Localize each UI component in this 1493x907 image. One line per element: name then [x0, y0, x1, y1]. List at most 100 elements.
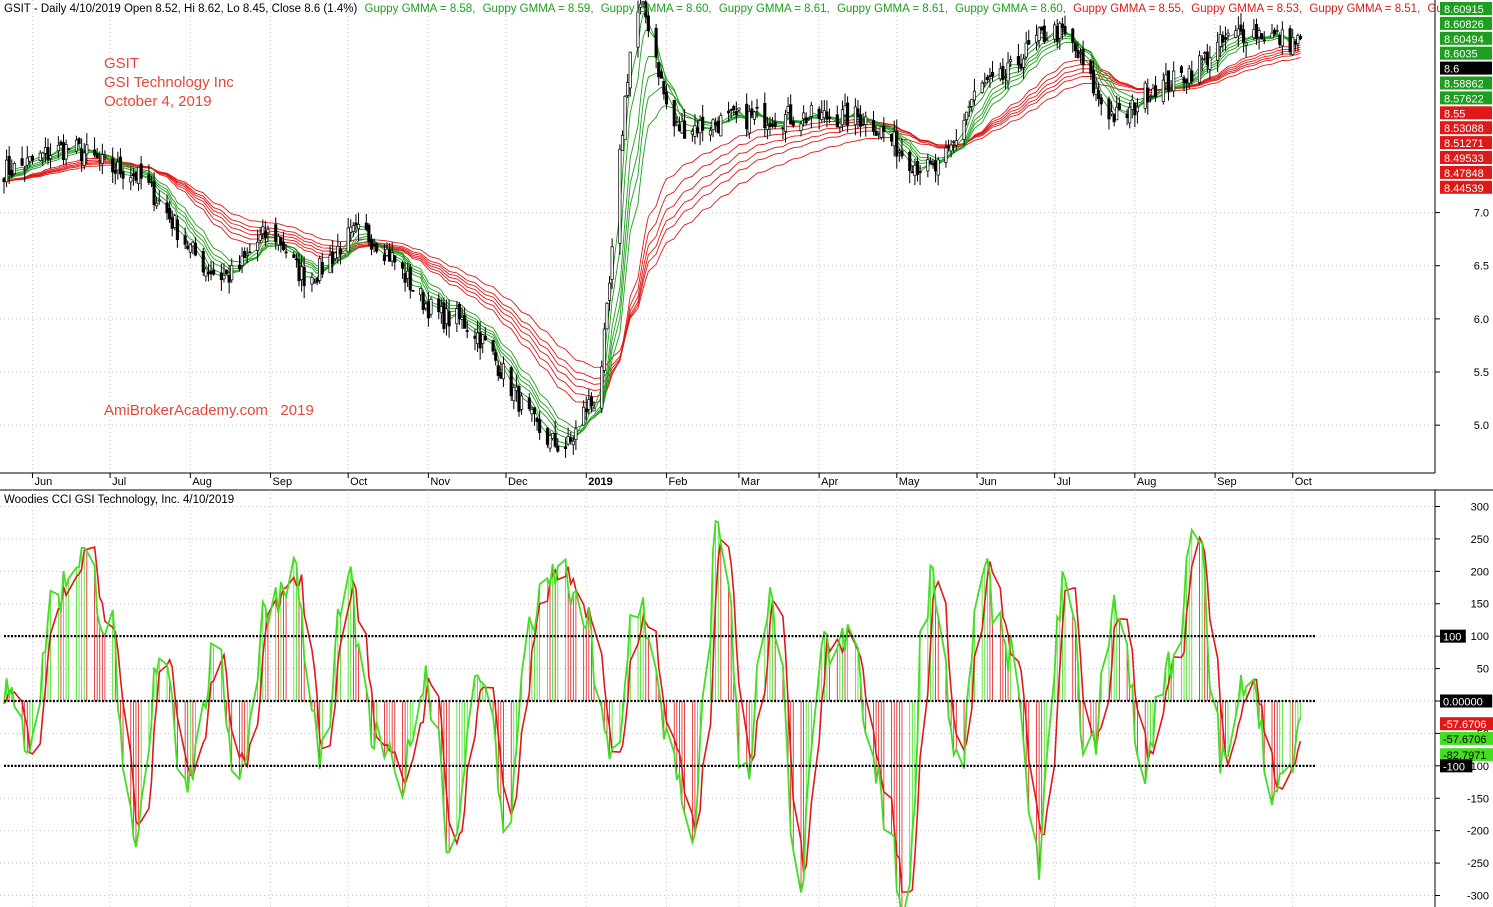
candle-body: [1024, 42, 1028, 58]
candle-body: [538, 419, 542, 434]
candle-body: [605, 302, 609, 330]
candle-body: [77, 138, 81, 145]
candle-body: [1208, 57, 1212, 70]
candle-body: [49, 155, 53, 159]
candle-body: [1107, 98, 1111, 120]
candle-body: [592, 407, 596, 412]
candle-body: [967, 106, 971, 109]
cci-y-tick-label: 150: [1471, 599, 1489, 611]
candle-body: [946, 145, 951, 148]
candle-body: [1234, 30, 1238, 38]
candle-body: [1218, 34, 1222, 47]
candle-body: [765, 125, 769, 130]
annotation-ticker: GSIT: [104, 55, 139, 72]
candle-body: [1241, 29, 1246, 43]
candle-body: [895, 131, 899, 157]
candle-body: [752, 111, 757, 120]
candle-body: [934, 160, 938, 172]
candle-body: [274, 224, 278, 243]
candle-body: [571, 440, 575, 446]
candle-body: [385, 248, 389, 256]
date-label: Sep: [1217, 476, 1237, 488]
candle-body: [1060, 23, 1064, 29]
candle-body: [695, 127, 700, 134]
candle-body: [527, 397, 531, 410]
date-label: Feb: [668, 476, 687, 488]
candle-body: [1115, 106, 1119, 121]
candle-body: [755, 106, 759, 109]
date-label: Jun: [34, 476, 52, 488]
candle-body: [41, 152, 45, 159]
cci-y-tick-label: 50: [1477, 664, 1489, 676]
candle-body: [1254, 24, 1259, 39]
candle-body: [382, 254, 386, 262]
candle-body: [962, 119, 966, 140]
candle-body: [985, 76, 989, 81]
candle-body: [137, 166, 141, 184]
candle-body: [212, 269, 216, 275]
candle-body: [802, 112, 806, 120]
candle-body: [1179, 66, 1183, 73]
candle-body: [1190, 70, 1194, 82]
candle-body: [1143, 82, 1147, 109]
candle-body: [315, 278, 319, 283]
candle-body: [817, 108, 821, 120]
candle-body: [173, 215, 177, 228]
candle-body: [444, 308, 449, 324]
candle-body: [25, 157, 29, 166]
candle-body: [677, 124, 681, 132]
candle-body: [809, 105, 813, 117]
candle-body: [708, 129, 713, 136]
candle-body: [349, 226, 353, 233]
candle-body: [155, 202, 159, 207]
candle-body: [1133, 102, 1137, 116]
candle-body: [227, 275, 231, 283]
candle-body: [1148, 96, 1152, 99]
candle-body: [230, 265, 234, 281]
annotation-watermark: AmiBrokerAcademy.com 2019: [104, 402, 314, 419]
candle-body: [1058, 23, 1062, 39]
candle-body: [1205, 51, 1209, 66]
candle-body: [1034, 34, 1039, 43]
candle-body: [302, 266, 306, 287]
candle-body: [771, 124, 775, 127]
candle-body: [734, 111, 738, 116]
candle-body: [149, 181, 154, 184]
candle-body: [520, 395, 524, 410]
candle-body: [481, 334, 485, 344]
candle-body: [1001, 65, 1005, 81]
candle-body: [372, 243, 376, 246]
candle-body: [356, 223, 361, 230]
value-label: 8.53088: [1444, 123, 1484, 135]
candle-body: [400, 262, 405, 269]
candle-body: [791, 121, 795, 126]
candle-body: [853, 106, 857, 126]
candle-body: [261, 226, 265, 234]
candle-body: [1003, 76, 1008, 78]
candle-body: [786, 106, 790, 113]
candle-body: [419, 288, 423, 296]
candle-body: [1273, 29, 1277, 35]
candle-body: [80, 148, 84, 162]
candle-body: [1045, 39, 1049, 42]
candle-body: [157, 199, 161, 202]
candle-body: [972, 90, 976, 101]
price-y-tick-label: 6.0: [1474, 314, 1489, 326]
candle-body: [569, 437, 573, 442]
price-y-tick-label: 7.0: [1474, 208, 1489, 220]
candle-body: [1110, 111, 1114, 115]
candle-body: [620, 134, 625, 151]
candle-body: [509, 367, 513, 397]
candle-body: [116, 161, 120, 171]
candle-body: [243, 250, 247, 259]
candle-body: [245, 253, 249, 256]
candle-body: [1042, 25, 1046, 43]
candle-body: [424, 303, 428, 309]
candle-body: [657, 62, 661, 78]
candle-body: [530, 408, 534, 415]
candle-body: [1270, 32, 1274, 39]
candle-body: [499, 372, 503, 379]
value-label: 8.60826: [1444, 19, 1484, 31]
candle-body: [85, 144, 89, 155]
candle-body: [719, 115, 723, 137]
